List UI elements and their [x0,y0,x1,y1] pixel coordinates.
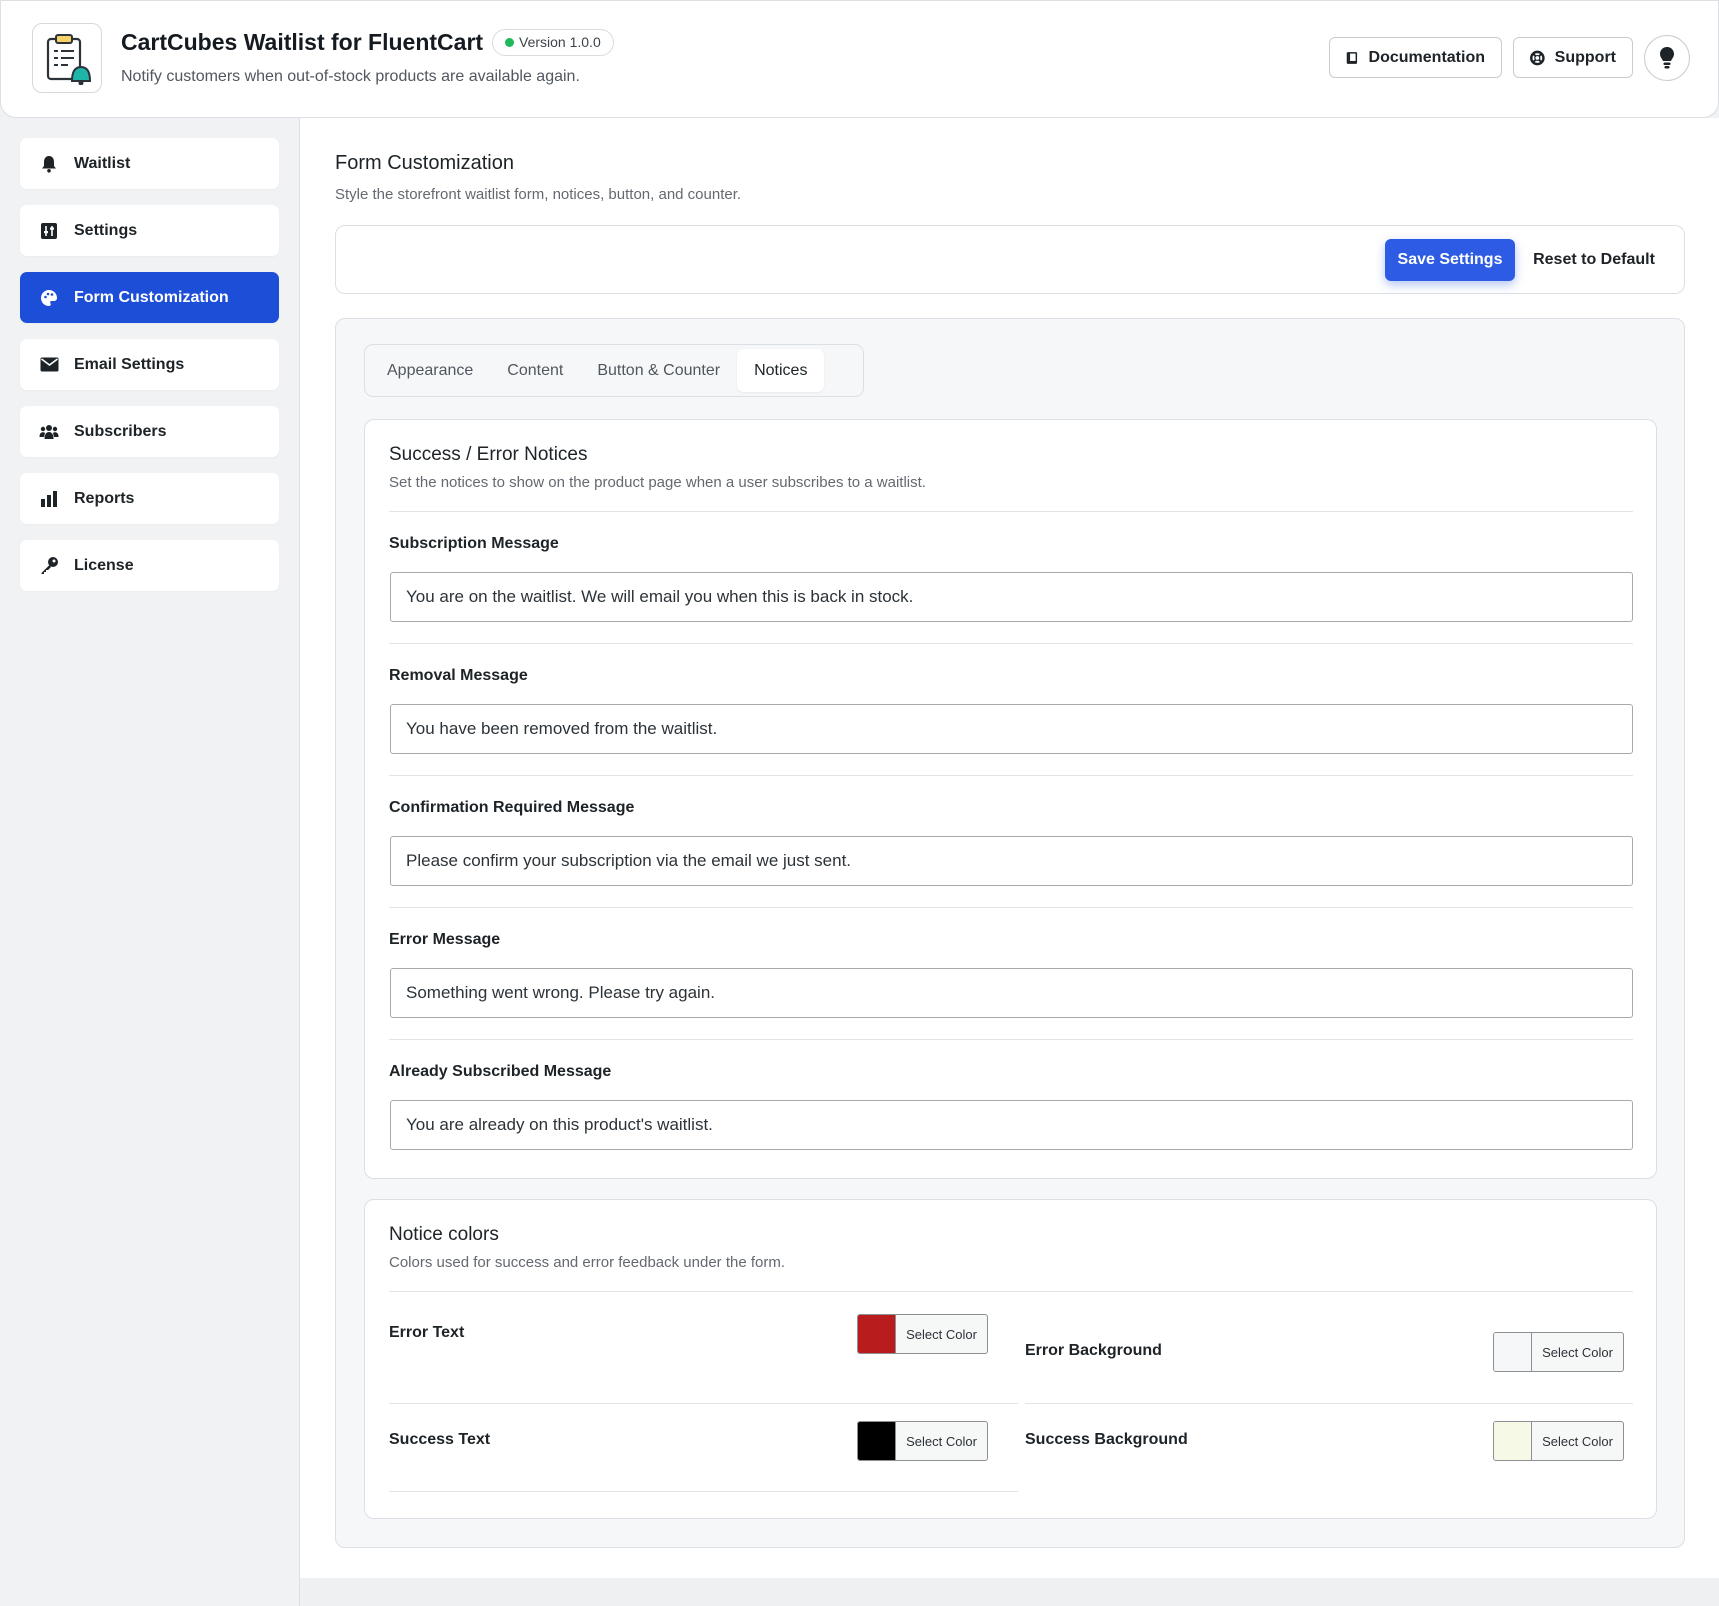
app-title: CartCubes Waitlist for FluentCart [121,29,484,55]
app-header: CartCubes Waitlist for FluentCart Versio… [0,0,1719,118]
sidebar-item-label: Settings [74,221,138,239]
divider [389,643,1633,644]
confirmation-required-message-label: Confirmation Required Message [389,799,635,816]
bar-chart-icon [39,489,59,509]
sidebar-item-label: Reports [74,489,135,507]
color-swatch [1494,1422,1532,1460]
users-icon [39,422,59,442]
removal-message-label: Removal Message [389,667,528,684]
save-settings-button[interactable]: Save Settings [1385,239,1515,281]
subscription-message-input[interactable] [390,572,1633,622]
notice-colors-subtitle: Colors used for success and error feedba… [389,1254,786,1271]
lightbulb-icon [1660,47,1674,69]
subscription-message-label: Subscription Message [389,535,559,552]
divider [389,907,1633,908]
app-logo [32,23,102,93]
success-text-color-picker[interactable]: Select Color [857,1421,988,1461]
sidebar-item-label: Waitlist [74,154,131,172]
documentation-button[interactable]: Documentation [1329,37,1502,78]
divider [389,1291,1633,1292]
sidebar-item-form-customization[interactable]: Form Customization [20,272,279,323]
error-background-color-picker[interactable]: Select Color [1493,1332,1624,1372]
error-background-label: Error Background [1025,1342,1162,1359]
book-icon [1346,51,1358,64]
color-swatch [858,1315,896,1353]
sidebar-item-reports[interactable]: Reports [20,473,279,524]
action-bar: Save Settings Reset to Default [335,225,1685,294]
success-background-label: Success Background [1025,1431,1188,1448]
tab-notices[interactable]: Notices [737,349,825,392]
tab-button-counter[interactable]: Button & Counter [580,349,737,392]
error-text-label: Error Text [389,1324,465,1341]
version-badge: Version 1.0.0 [492,29,614,56]
sidebar-item-label: License [74,556,134,574]
divider [1025,1403,1633,1404]
clipboard-bell-icon [46,34,92,85]
notice-colors-title: Notice colors [389,1224,499,1245]
tab-appearance[interactable]: Appearance [370,349,490,392]
notices-subtitle: Set the notices to show on the product p… [389,474,926,491]
divider [389,1039,1633,1040]
color-swatch [858,1422,896,1460]
footer-strip [300,1578,1719,1606]
error-message-label: Error Message [389,931,501,948]
confirmation-required-message-input[interactable] [390,836,1633,886]
sidebar-item-waitlist[interactable]: Waitlist [20,138,279,189]
tab-bar: Appearance Content Button & Counter Noti… [364,344,864,397]
tab-content[interactable]: Content [490,349,580,392]
notice-colors-card: Notice colors Colors used for success an… [364,1199,1657,1519]
color-swatch [1494,1333,1532,1371]
customization-panel: Appearance Content Button & Counter Noti… [335,318,1685,1548]
divider [389,511,1633,512]
lightbulb-button[interactable] [1644,35,1690,81]
envelope-icon [39,355,59,375]
main-content: Form Customization Style the storefront … [300,118,1719,1578]
select-color-label: Select Color [906,1433,977,1449]
already-subscribed-message-input[interactable] [390,1100,1633,1150]
sidebar-item-label: Form Customization [74,288,229,306]
sidebar-item-email-settings[interactable]: Email Settings [20,339,279,390]
notices-card: Success / Error Notices Set the notices … [364,419,1657,1179]
app-subtitle: Notify customers when out-of-stock produ… [121,68,580,85]
key-icon [39,556,59,576]
sidebar-item-label: Subscribers [74,422,167,440]
bell-icon [39,154,59,174]
sidebar: Waitlist Settings Form Customization Ema… [0,118,300,1606]
notices-title: Success / Error Notices [389,444,588,465]
reset-to-default-button[interactable]: Reset to Default [1531,239,1657,281]
sidebar-item-subscribers[interactable]: Subscribers [20,406,279,457]
page-subtitle: Style the storefront waitlist form, noti… [335,186,742,203]
support-button[interactable]: Support [1513,37,1633,78]
version-text: Version 1.0.0 [519,34,601,50]
sidebar-item-label: Email Settings [74,355,185,373]
success-text-label: Success Text [389,1431,491,1448]
sidebar-item-settings[interactable]: Settings [20,205,279,256]
divider [389,1491,1018,1492]
already-subscribed-message-label: Already Subscribed Message [389,1063,612,1080]
error-message-input[interactable] [390,968,1633,1018]
select-color-label: Select Color [1542,1344,1613,1360]
select-color-label: Select Color [906,1326,977,1342]
documentation-label: Documentation [1368,48,1485,66]
select-color-label: Select Color [1542,1433,1613,1449]
life-ring-icon [1530,50,1545,65]
success-background-color-picker[interactable]: Select Color [1493,1421,1624,1461]
palette-icon [39,288,59,308]
sidebar-item-license[interactable]: License [20,540,279,591]
page-title: Form Customization [335,152,514,174]
removal-message-input[interactable] [390,704,1633,754]
divider [389,775,1633,776]
divider [389,1403,1018,1404]
error-text-color-picker[interactable]: Select Color [857,1314,988,1354]
status-dot-icon [505,38,514,47]
sliders-icon [39,221,59,241]
support-label: Support [1554,48,1616,66]
